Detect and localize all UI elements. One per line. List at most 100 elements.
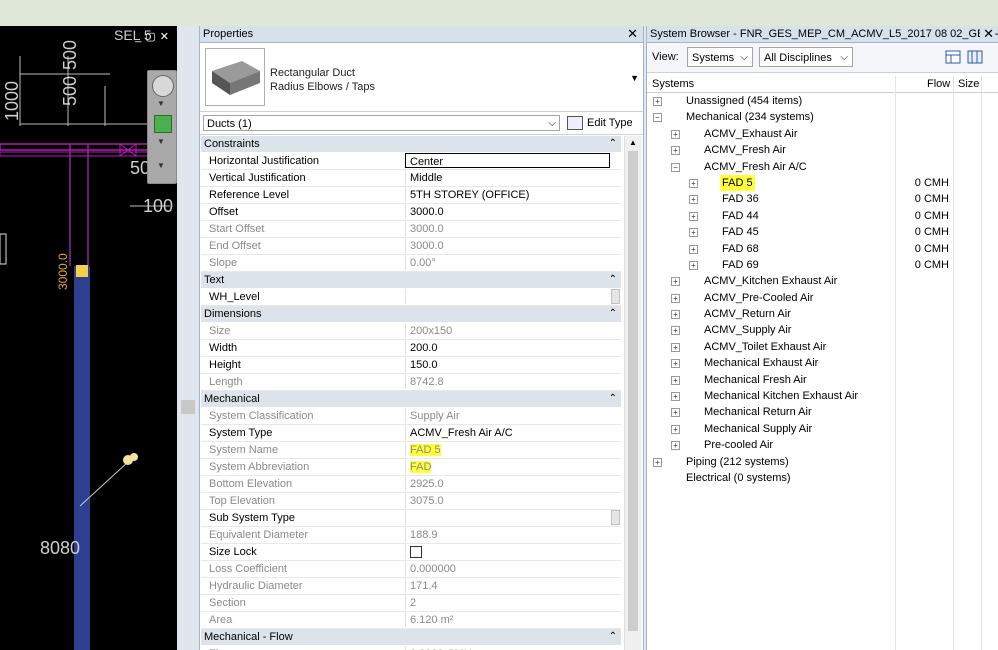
property-value[interactable]	[405, 289, 610, 304]
property-value[interactable]: Middle	[405, 170, 610, 185]
expand-icon[interactable]: +	[689, 211, 698, 221]
expand-icon[interactable]: +	[689, 244, 698, 254]
tree-item[interactable]: + FAD 5 0 CMH	[647, 174, 998, 192]
tree-item[interactable]: + Pre-cooled Air	[647, 437, 998, 453]
minimize-icon[interactable]: _	[135, 31, 145, 43]
property-value[interactable]: 150.0	[405, 357, 610, 372]
chevron-down-icon[interactable]: ▼	[630, 73, 639, 83]
close-icon[interactable]: ✕	[980, 26, 994, 42]
tree-item[interactable]: + Mechanical Fresh Air	[647, 372, 998, 388]
column-flow[interactable]: Flow	[927, 76, 950, 92]
tree-item[interactable]: + ACMV_Pre-Cooled Air	[647, 290, 998, 306]
drawing-viewport[interactable]: 1000 500 500 501 100 SEL 5 3000.0 8080 _…	[0, 26, 177, 650]
tree-item[interactable]: + ACMV_Supply Air	[647, 322, 998, 338]
tree-item[interactable]: + FAD 45 0 CMH	[647, 224, 998, 240]
expand-icon[interactable]: +	[689, 260, 698, 270]
instance-filter-select[interactable]: Ducts (1) ⌵	[203, 115, 560, 131]
tree-item[interactable]: + Mechanical Return Air	[647, 404, 998, 420]
tree-item[interactable]: + Mechanical Kitchen Exhaust Air	[647, 388, 998, 404]
expand-icon[interactable]: +	[671, 293, 680, 303]
tree-item[interactable]: − ACMV_Fresh Air A/C	[647, 159, 998, 175]
collapse-icon[interactable]: ⌃	[609, 136, 617, 152]
property-value[interactable]: Center	[405, 153, 610, 168]
expand-icon[interactable]: +	[671, 146, 680, 156]
selected-duct[interactable]	[74, 266, 90, 650]
tree-item[interactable]: + ACMV_Kitchen Exhaust Air	[647, 273, 998, 289]
expand-icon[interactable]: +	[671, 129, 680, 139]
expand-icon[interactable]: +	[689, 228, 698, 238]
collapse-icon[interactable]: −	[671, 162, 680, 172]
chevron-down-icon[interactable]: ▼	[157, 137, 165, 146]
autofit-columns-icon[interactable]	[967, 49, 983, 65]
column-systems[interactable]: Systems	[652, 76, 694, 92]
tree-item[interactable]: − Mechanical (234 systems)	[647, 109, 998, 125]
property-group-header[interactable]: Mechanical ⌃	[201, 391, 621, 408]
properties-scrollbar[interactable]: ▲	[624, 136, 642, 650]
property-value[interactable]: 200.0	[405, 340, 610, 355]
expand-icon[interactable]: +	[653, 97, 662, 106]
tree-item[interactable]: + ACMV_Exhaust Air	[647, 126, 998, 142]
zoom-icon[interactable]	[154, 115, 172, 133]
restore-icon[interactable]: ▢	[145, 30, 159, 43]
tree-item[interactable]: + ACMV_Fresh Air	[647, 142, 998, 158]
expand-icon[interactable]: +	[671, 441, 680, 451]
expand-icon[interactable]: +	[689, 178, 698, 188]
collapse-icon[interactable]: −	[653, 113, 662, 123]
collapse-icon[interactable]: ⌃	[609, 272, 617, 288]
tree-item[interactable]: + ACMV_Return Air	[647, 306, 998, 322]
scrollbar-thumb[interactable]	[628, 151, 638, 631]
property-group-header[interactable]: Dimensions ⌃	[201, 306, 621, 323]
tree-item[interactable]: + Mechanical Exhaust Air	[647, 355, 998, 371]
tree-item[interactable]: + FAD 69 0 CMH	[647, 257, 998, 273]
edit-type-button[interactable]: Edit Type	[567, 114, 633, 132]
chevron-down-icon[interactable]: ▼	[157, 99, 165, 108]
size-lock-checkbox[interactable]	[410, 546, 422, 558]
discipline-select[interactable]: All Disciplines ⌵	[759, 47, 853, 67]
property-group-header[interactable]: Text ⌃	[201, 272, 621, 289]
view-select[interactable]: Systems ⌵	[687, 47, 753, 67]
tree-item[interactable]: + Piping (212 systems)	[647, 454, 998, 470]
chevron-down-icon[interactable]: ▼	[157, 161, 165, 170]
property-group-header[interactable]: Mechanical - Flow ⌃	[201, 629, 621, 646]
property-value[interactable]: 3000.0	[405, 204, 610, 219]
close-icon[interactable]: ✕	[627, 26, 638, 42]
property-value[interactable]	[405, 510, 610, 525]
collapse-icon[interactable]: ⌃	[609, 306, 617, 322]
discipline-select-value: All Disciplines	[764, 52, 832, 64]
expand-icon[interactable]: +	[671, 342, 680, 352]
expand-icon[interactable]: +	[653, 457, 662, 467]
steering-wheel-icon[interactable]	[152, 75, 174, 97]
tree-item[interactable]: + Mechanical Supply Air	[647, 421, 998, 437]
tree-item[interactable]: Electrical (0 systems)	[647, 470, 998, 486]
expand-icon[interactable]: +	[671, 408, 680, 418]
expand-icon[interactable]: +	[671, 277, 680, 287]
column-size[interactable]: Size	[958, 76, 979, 92]
close-icon[interactable]: ✕	[160, 30, 173, 43]
panel-splitter[interactable]	[177, 26, 199, 650]
field-scroll-handle[interactable]	[611, 289, 620, 304]
expand-icon[interactable]: +	[671, 326, 680, 336]
expand-icon[interactable]: +	[671, 310, 680, 320]
property-group-header[interactable]: Constraints ⌃	[201, 136, 621, 153]
expand-icon[interactable]: +	[689, 195, 698, 205]
navigation-bar[interactable]: ▼ ▼ ▼	[147, 70, 177, 184]
splitter-grip[interactable]	[181, 400, 195, 414]
tree-item[interactable]: + FAD 44 0 CMH	[647, 208, 998, 224]
tree-item[interactable]: + Unassigned (454 items)	[647, 93, 998, 109]
column-settings-icon[interactable]	[945, 49, 961, 65]
tree-item[interactable]: + FAD 36 0 CMH	[647, 191, 998, 207]
expand-icon[interactable]: +	[671, 359, 680, 369]
tree-item[interactable]: + FAD 68 0 CMH	[647, 241, 998, 257]
tree-item[interactable]: + ACMV_Toilet Exhaust Air	[647, 339, 998, 355]
property-value[interactable]: ACMV_Fresh Air A/C	[405, 425, 610, 440]
property-value[interactable]	[405, 544, 610, 559]
property-value[interactable]: 5TH STOREY (OFFICE)	[405, 187, 610, 202]
collapse-icon[interactable]: ⌃	[609, 391, 617, 407]
expand-icon[interactable]: +	[671, 375, 680, 385]
type-selector[interactable]: Rectangular Duct Radius Elbows / Taps ▼	[200, 43, 643, 112]
expand-icon[interactable]: +	[671, 392, 680, 402]
field-scroll-handle[interactable]	[611, 510, 620, 525]
scroll-up-icon[interactable]: ▲	[629, 138, 637, 147]
expand-icon[interactable]: +	[671, 424, 680, 434]
collapse-icon[interactable]: ⌃	[609, 629, 617, 645]
